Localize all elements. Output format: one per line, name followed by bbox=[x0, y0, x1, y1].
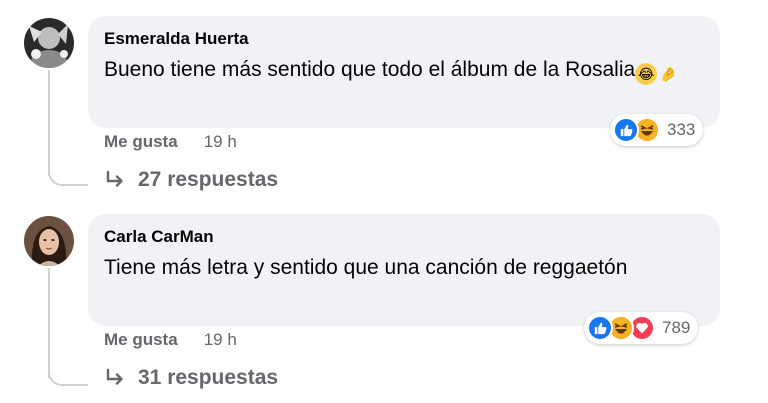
reaction-count: 333 bbox=[667, 120, 696, 139]
reply-arrow-icon bbox=[106, 368, 123, 385]
comment-bubble: Esmeralda Huerta Bueno tiene más sentido… bbox=[88, 16, 720, 128]
like-reaction-icon bbox=[587, 315, 613, 341]
comment: Esmeralda Huerta Bueno tiene más sentido… bbox=[0, 0, 768, 200]
avatar[interactable] bbox=[24, 216, 74, 266]
comment-actions: Me gusta 19 h bbox=[104, 132, 237, 152]
comment-text-content: Bueno tiene más sentido que todo el álbu… bbox=[104, 58, 636, 81]
comment-text: Tiene más letra y sentido que una canció… bbox=[104, 256, 628, 279]
thread-line bbox=[48, 268, 50, 378]
like-reaction-icon bbox=[613, 117, 639, 143]
replies-label: 31 respuestas bbox=[138, 366, 279, 389]
reaction-count: 789 bbox=[662, 318, 691, 337]
comment-text: Bueno tiene más sentido que todo el álbu… bbox=[104, 54, 704, 85]
avatar[interactable] bbox=[24, 18, 74, 68]
comment: Carla CarMan Tiene más letra y sentido q… bbox=[0, 200, 768, 400]
rofl-emoji-icon: 😂 bbox=[635, 63, 658, 85]
like-button[interactable]: Me gusta bbox=[104, 330, 178, 350]
reactions-summary[interactable]: 789 bbox=[584, 312, 699, 344]
thread-line bbox=[48, 70, 50, 176]
comment-author[interactable]: Esmeralda Huerta bbox=[104, 28, 704, 50]
like-button[interactable]: Me gusta bbox=[104, 132, 178, 152]
timestamp[interactable]: 19 h bbox=[204, 132, 237, 152]
comment-author[interactable]: Carla CarMan bbox=[104, 226, 704, 248]
timestamp[interactable]: 19 h bbox=[204, 330, 237, 350]
replies-label: 27 respuestas bbox=[138, 168, 279, 191]
reactions-summary[interactable]: 333 bbox=[610, 114, 704, 146]
view-replies-button[interactable]: 27 respuestas bbox=[104, 168, 278, 192]
comment-bubble: Carla CarMan Tiene más letra y sentido q… bbox=[88, 214, 720, 326]
thread-connector bbox=[48, 366, 88, 386]
comment-actions: Me gusta 19 h bbox=[104, 330, 237, 350]
thread-connector bbox=[48, 166, 88, 186]
pinched-fingers-emoji-icon: 🤌 bbox=[659, 66, 677, 82]
view-replies-button[interactable]: 31 respuestas bbox=[104, 366, 278, 390]
reply-arrow-icon bbox=[106, 170, 123, 187]
